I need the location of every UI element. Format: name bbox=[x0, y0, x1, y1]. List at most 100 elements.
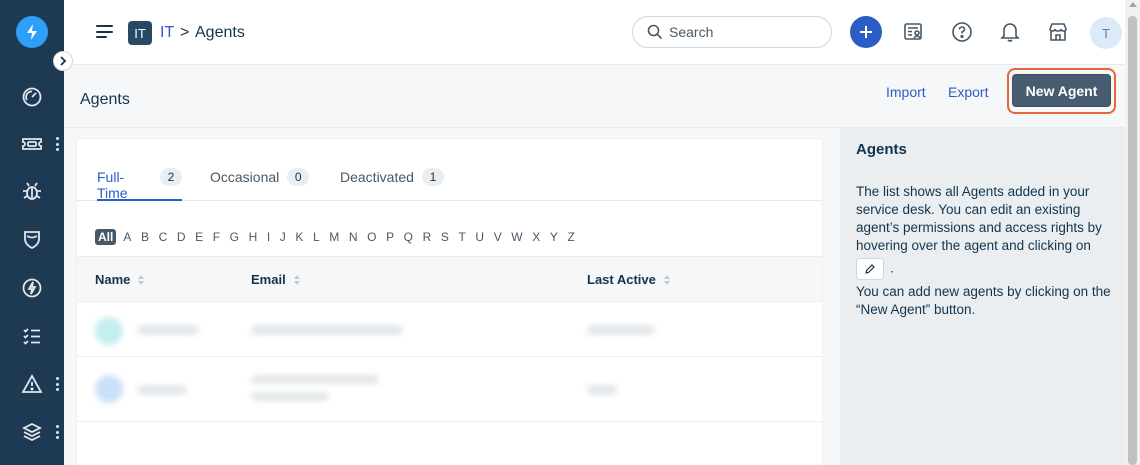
agent-name-blurred bbox=[137, 385, 187, 395]
import-link[interactable]: Import bbox=[886, 84, 926, 100]
table-row[interactable] bbox=[77, 302, 822, 357]
layers-icon[interactable] bbox=[20, 420, 44, 444]
alphabet-filter-letter[interactable]: T bbox=[458, 230, 465, 244]
tab-label: Occasional bbox=[210, 169, 280, 185]
shield-icon[interactable] bbox=[20, 227, 44, 251]
alert-menu-kebab-icon[interactable] bbox=[54, 377, 60, 391]
tab-count-badge: 0 bbox=[287, 168, 310, 186]
alphabet-filter: All A B C D E F G H I J K L M N O P Q R S T U V W X Y Z bbox=[95, 228, 584, 246]
breadcrumb-current-page: Agents bbox=[195, 24, 245, 41]
bug-icon[interactable] bbox=[20, 179, 44, 203]
info-paragraph-2: You can add new agents by clicking on th… bbox=[856, 284, 1111, 317]
alphabet-filter-letter[interactable]: L bbox=[313, 230, 320, 244]
alphabet-filter-letter[interactable]: G bbox=[230, 230, 239, 244]
info-panel: Agents The list shows all Agents added i… bbox=[840, 128, 1125, 465]
agent-last-active-blurred bbox=[587, 385, 617, 395]
approvals-icon[interactable] bbox=[900, 18, 928, 46]
alphabet-filter-letter[interactable]: Z bbox=[567, 230, 574, 244]
alphabet-filter-letter[interactable]: S bbox=[441, 230, 449, 244]
alphabet-filter-letter[interactable]: J bbox=[280, 230, 286, 244]
alphabet-filter-letter[interactable]: M bbox=[329, 230, 339, 244]
column-header-email[interactable]: Email bbox=[251, 272, 300, 287]
page-subheader: Agents Import Export New Agent bbox=[64, 65, 1125, 128]
freshservice-logo-icon[interactable] bbox=[16, 16, 48, 48]
alphabet-filter-letter[interactable]: O bbox=[367, 230, 376, 244]
agent-name-blurred bbox=[137, 325, 199, 335]
breadcrumb-workspace[interactable]: IT bbox=[160, 24, 174, 42]
alphabet-filter-letter[interactable]: X bbox=[532, 230, 540, 244]
alphabet-filter-letter[interactable]: F bbox=[213, 230, 220, 244]
new-agent-button[interactable]: New Agent bbox=[1012, 74, 1111, 107]
user-avatar[interactable]: T bbox=[1090, 17, 1122, 49]
layers-menu-kebab-icon[interactable] bbox=[54, 425, 60, 439]
info-paragraph-1: The list shows all Agents added in your … bbox=[856, 184, 1102, 253]
sort-icon bbox=[138, 274, 145, 285]
info-paragraph-1-end: . bbox=[890, 260, 894, 276]
table-header: Name Email Last Active bbox=[77, 256, 822, 302]
top-header: IT IT > Agents T bbox=[64, 0, 1125, 65]
tab-occasional[interactable]: Occasional 0 bbox=[210, 168, 310, 201]
breadcrumb-separator: > bbox=[180, 24, 190, 41]
agent-email-blurred bbox=[251, 325, 403, 335]
agent-avatar-blurred bbox=[95, 375, 123, 403]
scrollbar-thumb[interactable] bbox=[1128, 16, 1137, 465]
column-label: Last Active bbox=[587, 272, 656, 287]
workspace-badge[interactable]: IT bbox=[128, 21, 152, 45]
sidebar-expand-chevron-icon[interactable] bbox=[53, 51, 73, 71]
sort-icon bbox=[663, 274, 670, 285]
column-header-last-active[interactable]: Last Active bbox=[587, 272, 670, 287]
agent-type-tabs: Full-Time 2 Occasional 0 Deactivated 1 bbox=[77, 139, 822, 201]
alphabet-filter-letter[interactable]: B bbox=[141, 230, 149, 244]
column-label: Email bbox=[251, 272, 286, 287]
alphabet-filter-letter[interactable]: K bbox=[295, 230, 303, 244]
edit-pencil-icon bbox=[856, 258, 884, 280]
scroll-up-arrow-icon[interactable] bbox=[1129, 2, 1137, 7]
tab-full-time[interactable]: Full-Time 2 bbox=[97, 168, 182, 201]
alphabet-filter-letter[interactable]: Y bbox=[550, 230, 558, 244]
tab-deactivated[interactable]: Deactivated 1 bbox=[340, 168, 444, 201]
alphabet-filter-all[interactable]: All bbox=[95, 229, 117, 245]
help-icon[interactable] bbox=[948, 18, 976, 46]
alphabet-filter-letter[interactable]: U bbox=[475, 230, 484, 244]
quick-create-plus-button[interactable] bbox=[850, 16, 882, 48]
alphabet-filter-letter[interactable]: V bbox=[494, 230, 502, 244]
search-icon bbox=[647, 24, 663, 45]
search-input[interactable] bbox=[669, 24, 819, 40]
alphabet-filter-letter[interactable]: A bbox=[123, 230, 131, 244]
hamburger-menu-icon[interactable] bbox=[96, 25, 113, 38]
tab-label: Deactivated bbox=[340, 169, 414, 185]
alphabet-filter-letter[interactable]: C bbox=[159, 230, 168, 244]
checklist-icon[interactable] bbox=[20, 324, 44, 348]
export-link[interactable]: Export bbox=[948, 84, 988, 100]
agent-email-blurred bbox=[251, 392, 329, 401]
alphabet-filter-letter[interactable]: N bbox=[349, 230, 358, 244]
column-header-name[interactable]: Name bbox=[95, 272, 145, 287]
alert-icon[interactable] bbox=[20, 372, 44, 396]
ticket-menu-kebab-icon[interactable] bbox=[54, 137, 60, 151]
tab-count-badge: 1 bbox=[421, 168, 444, 186]
alphabet-filter-letter[interactable]: H bbox=[249, 230, 258, 244]
tab-label: Full-Time bbox=[97, 169, 128, 201]
agent-avatar-blurred bbox=[95, 317, 123, 345]
alphabet-filter-letter[interactable]: Q bbox=[404, 230, 413, 244]
alphabet-filter-letter[interactable]: P bbox=[386, 230, 394, 244]
dashboard-icon[interactable] bbox=[20, 85, 44, 109]
tab-count-badge: 2 bbox=[160, 168, 182, 186]
bolt-icon[interactable] bbox=[20, 276, 44, 300]
alphabet-filter-letter[interactable]: D bbox=[177, 230, 186, 244]
ticket-icon[interactable] bbox=[20, 132, 44, 156]
column-label: Name bbox=[95, 272, 131, 287]
notifications-bell-icon[interactable] bbox=[996, 18, 1024, 46]
table-row[interactable] bbox=[77, 357, 822, 422]
agent-last-active-blurred bbox=[587, 325, 655, 335]
alphabet-filter-letter[interactable]: W bbox=[511, 230, 522, 244]
sort-icon bbox=[293, 274, 300, 285]
alphabet-filter-letter[interactable]: R bbox=[423, 230, 432, 244]
agents-list-card: Full-Time 2 Occasional 0 Deactivated 1 A… bbox=[76, 138, 823, 465]
page-title: Agents bbox=[80, 91, 130, 108]
alphabet-filter-letter[interactable]: I bbox=[267, 230, 270, 244]
alphabet-filter-letter[interactable]: E bbox=[195, 230, 203, 244]
store-icon[interactable] bbox=[1044, 18, 1072, 46]
global-search[interactable] bbox=[632, 16, 832, 48]
sidebar bbox=[0, 0, 64, 465]
